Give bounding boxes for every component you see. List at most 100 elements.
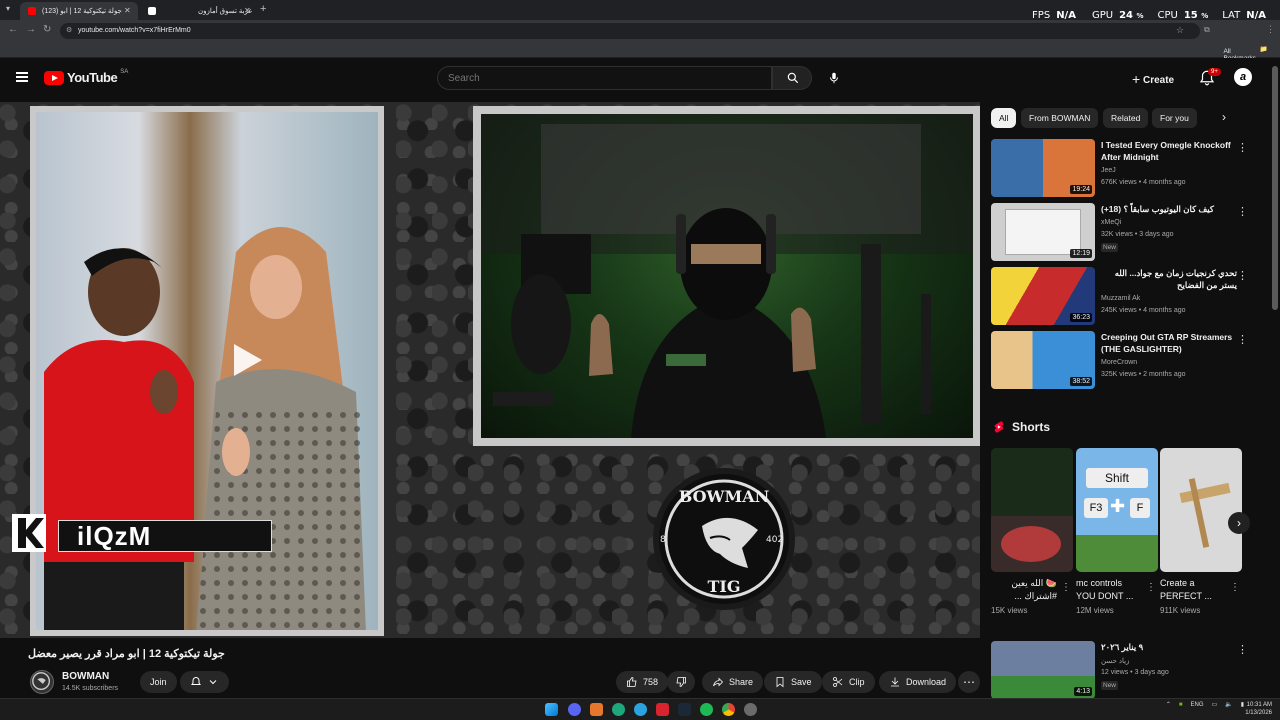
save-button[interactable]: Save bbox=[764, 671, 822, 693]
extensions-icon[interactable]: ⧉ bbox=[1204, 25, 1210, 35]
reload-icon[interactable]: ↻ bbox=[43, 24, 51, 35]
search-button[interactable] bbox=[772, 66, 812, 90]
short-title[interactable]: mc controls YOU DONT ... bbox=[1076, 577, 1142, 603]
chevron-right-icon[interactable]: › bbox=[1222, 110, 1226, 124]
recommendation-title[interactable]: I Tested Every Omegle Knockoff After Mid… bbox=[1101, 140, 1237, 163]
channel-avatar[interactable] bbox=[30, 670, 54, 694]
recommendation-item[interactable]: 36:23 تحدي كرنجيات زمان مع جواد... الله … bbox=[991, 267, 1261, 327]
more-vertical-icon[interactable]: ⋮ bbox=[1237, 205, 1248, 218]
recommendation-title[interactable]: تحدي كرنجيات زمان مع جواد... الله يستر م… bbox=[1101, 268, 1237, 291]
page-scrollbar[interactable] bbox=[1272, 66, 1278, 310]
language-indicator[interactable]: ENG bbox=[1191, 702, 1204, 708]
subscribed-notifications-button[interactable] bbox=[180, 671, 229, 693]
recommendation-channel[interactable]: JeeJ bbox=[1101, 167, 1116, 174]
short-title[interactable]: 🍉 الله يعين #اشتراك ... bbox=[991, 577, 1057, 603]
play-overlay-icon[interactable] bbox=[226, 340, 266, 380]
more-vertical-icon[interactable]: ⋮ bbox=[1237, 269, 1248, 282]
more-vertical-icon[interactable]: ⋮ bbox=[1237, 141, 1248, 154]
recommendation-channel[interactable]: زياد حسن bbox=[1101, 657, 1129, 665]
browser-tab-amazon[interactable]: عربة تسوق أمازون ✕ bbox=[140, 2, 256, 20]
short-item[interactable]: Create a PERFECT ... 911K views ⋮ bbox=[1160, 448, 1242, 615]
recommendation-item[interactable]: 38:52 Creeping Out GTA RP Streamers (THE… bbox=[991, 331, 1261, 391]
volume-icon[interactable]: 🔈 bbox=[1225, 701, 1232, 708]
edge-icon[interactable] bbox=[612, 703, 625, 716]
search-input[interactable] bbox=[437, 66, 772, 90]
shorts-next-button[interactable]: › bbox=[1228, 512, 1250, 534]
browser-tab-youtube[interactable]: (123) جولة تيكتوكية 12 | ابو ✕ bbox=[20, 2, 138, 20]
recommendation-title[interactable]: كيف كان اليوتيوب سابقاً ؟ (18+) bbox=[1101, 204, 1237, 216]
recommendation-title[interactable]: ٩ يناير ٢٠٢٦ bbox=[1101, 642, 1237, 654]
chevron-up-icon[interactable]: ⌃ bbox=[1166, 701, 1171, 708]
share-button[interactable]: Share bbox=[702, 671, 764, 693]
f-key: F bbox=[1130, 498, 1150, 518]
video-thumbnail[interactable]: 19:24 bbox=[991, 139, 1095, 197]
app-red-icon[interactable] bbox=[656, 703, 669, 716]
like-button[interactable]: 758 bbox=[616, 671, 669, 693]
video-thumbnail[interactable]: 36:23 bbox=[991, 267, 1095, 325]
recommendation-channel[interactable]: MoreCrown bbox=[1101, 359, 1137, 366]
forward-icon[interactable]: → bbox=[26, 24, 36, 35]
more-actions-button[interactable]: ⋯ bbox=[958, 671, 980, 693]
join-button[interactable]: Join bbox=[140, 671, 177, 693]
video-thumbnail[interactable]: 12:19 bbox=[991, 203, 1095, 261]
recommendation-item[interactable]: 12:19 كيف كان اليوتيوب سابقاً ؟ (18+) xM… bbox=[991, 203, 1261, 263]
new-tab-icon[interactable]: + bbox=[260, 3, 266, 15]
recommendation-channel[interactable]: xMeQi bbox=[1101, 219, 1121, 226]
system-clock[interactable]: 10:31 AM 1/13/2026 bbox=[1245, 701, 1272, 717]
settings-gear-icon[interactable] bbox=[744, 703, 757, 716]
channel-name[interactable]: BOWMAN bbox=[62, 671, 109, 682]
chip-related[interactable]: Related bbox=[1103, 108, 1149, 128]
more-vertical-icon[interactable]: ⋮ bbox=[1146, 582, 1156, 593]
create-button[interactable]: + Create bbox=[1132, 70, 1174, 87]
short-title[interactable]: Create a PERFECT ... bbox=[1160, 577, 1226, 603]
site-info-icon[interactable]: ⚙ bbox=[66, 26, 72, 34]
voice-search-button[interactable] bbox=[822, 66, 846, 90]
recommendation-item[interactable]: 4:13 ٩ يناير ٢٠٢٦ زياد حسن 12 views • 3 … bbox=[991, 641, 1261, 701]
tab-search-icon[interactable]: ▾ bbox=[6, 4, 10, 13]
more-vertical-icon[interactable]: ⋮ bbox=[1237, 333, 1248, 346]
network-icon[interactable]: ▭ bbox=[1212, 701, 1218, 708]
video-thumbnail[interactable]: 38:52 bbox=[991, 331, 1095, 389]
chip-for-you[interactable]: For you bbox=[1152, 108, 1197, 128]
chip-from-channel[interactable]: From BOWMAN bbox=[1021, 108, 1099, 128]
short-thumbnail[interactable] bbox=[1160, 448, 1242, 572]
discord-icon[interactable] bbox=[568, 703, 581, 716]
chip-all[interactable]: All bbox=[991, 108, 1017, 128]
recommendation-channel[interactable]: Muzzamil Ak bbox=[1101, 295, 1140, 302]
back-icon[interactable]: ← bbox=[8, 24, 18, 35]
url-field[interactable]: ⚙ youtube.com/watch?v=x7fiHrErMm0 bbox=[60, 23, 1200, 39]
close-tab-icon[interactable]: ✕ bbox=[124, 6, 131, 15]
more-vertical-icon[interactable]: ⋮ bbox=[1061, 582, 1071, 593]
spotify-icon[interactable] bbox=[700, 703, 713, 716]
windows-start-icon[interactable] bbox=[545, 703, 558, 716]
all-bookmarks-link[interactable]: 📁 All Bookmarks bbox=[1223, 45, 1268, 62]
youtube-logo[interactable]: YouTube SA bbox=[44, 69, 128, 85]
bookmark-star-icon[interactable]: ☆ bbox=[1176, 25, 1184, 36]
close-tab-icon[interactable]: ✕ bbox=[244, 6, 251, 15]
browser-menu-icon[interactable]: ⋮ bbox=[1266, 24, 1275, 35]
video-thumbnail[interactable]: 4:13 bbox=[991, 641, 1095, 699]
chrome-icon[interactable] bbox=[722, 703, 735, 716]
dislike-button[interactable] bbox=[667, 671, 695, 693]
account-avatar[interactable]: a bbox=[1234, 68, 1252, 86]
thumbnail-screenshot bbox=[1005, 209, 1081, 255]
recommendation-title[interactable]: Creeping Out GTA RP Streamers (THE GASLI… bbox=[1101, 332, 1237, 355]
video-player[interactable]: ilQzM BOWMAN TIG 8 402 bbox=[0, 102, 980, 638]
telegram-icon[interactable] bbox=[634, 703, 647, 716]
clip-button[interactable]: Clip bbox=[822, 671, 875, 693]
steam-icon[interactable] bbox=[678, 703, 691, 716]
short-thumbnail[interactable] bbox=[991, 448, 1073, 572]
download-icon bbox=[891, 677, 899, 687]
short-item[interactable]: 🍉 الله يعين #اشتراك ... 15K views ⋮ bbox=[991, 448, 1073, 615]
nvidia-tray-icon[interactable]: ■ bbox=[1179, 702, 1183, 708]
battery-icon[interactable]: ▮ bbox=[1241, 701, 1244, 708]
plus-symbol: ✚ bbox=[1110, 496, 1126, 516]
editor-icon[interactable] bbox=[590, 703, 603, 716]
hamburger-menu-icon[interactable] bbox=[16, 72, 28, 82]
more-vertical-icon[interactable]: ⋮ bbox=[1230, 582, 1240, 593]
more-vertical-icon[interactable]: ⋮ bbox=[1237, 643, 1248, 656]
recommendation-item[interactable]: 19:24 I Tested Every Omegle Knockoff Aft… bbox=[991, 139, 1261, 199]
short-item[interactable]: Shift F3 ✚ F mc controls YOU DONT ... 12… bbox=[1076, 448, 1158, 615]
short-thumbnail[interactable]: Shift F3 ✚ F bbox=[1076, 448, 1158, 572]
download-button[interactable]: Download bbox=[879, 671, 957, 693]
